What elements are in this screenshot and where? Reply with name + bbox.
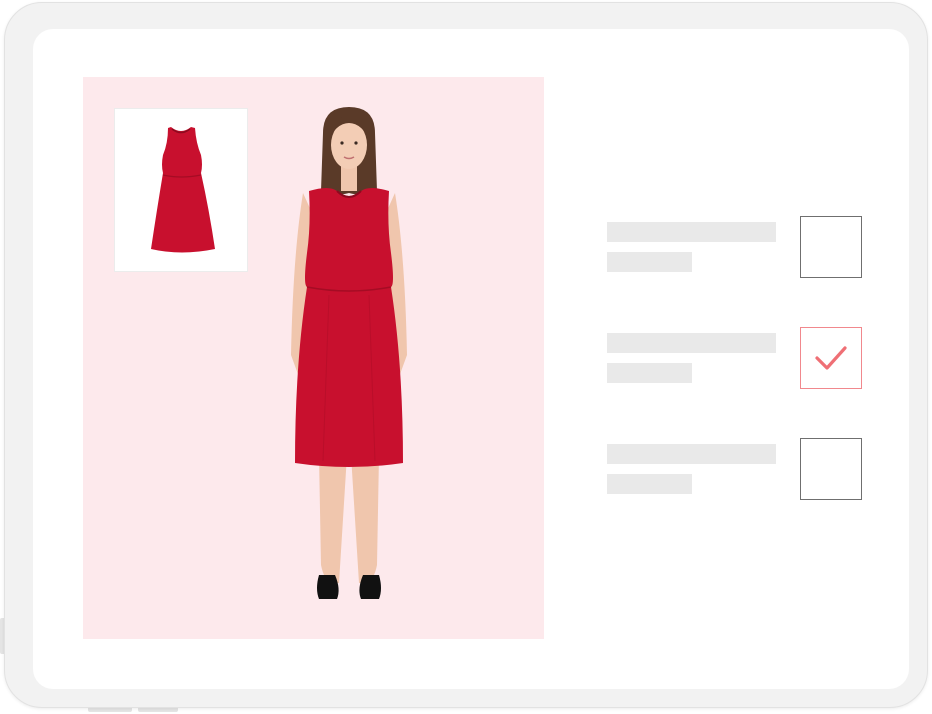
- product-photo-panel: [83, 77, 544, 639]
- option-row: [607, 438, 863, 502]
- option-title-placeholder: [607, 333, 776, 353]
- product-thumbnail[interactable]: [114, 108, 248, 272]
- option-checkbox-checked[interactable]: [800, 327, 862, 389]
- device-volume-button: [138, 708, 178, 712]
- option-checkbox[interactable]: [800, 216, 862, 278]
- option-checkbox[interactable]: [800, 438, 862, 500]
- model-photo: [291, 107, 407, 599]
- option-title-placeholder: [607, 444, 776, 464]
- tablet-frame: [4, 2, 928, 708]
- tablet-screen: [33, 29, 909, 689]
- option-subtitle-placeholder: [607, 474, 692, 494]
- option-subtitle-placeholder: [607, 363, 692, 383]
- option-subtitle-placeholder: [607, 252, 692, 272]
- option-row: [607, 216, 863, 280]
- red-dress-icon: [151, 127, 215, 253]
- device-volume-button: [88, 708, 132, 712]
- option-row: [607, 327, 863, 391]
- option-title-placeholder: [607, 222, 776, 242]
- checkmark-icon: [815, 346, 847, 370]
